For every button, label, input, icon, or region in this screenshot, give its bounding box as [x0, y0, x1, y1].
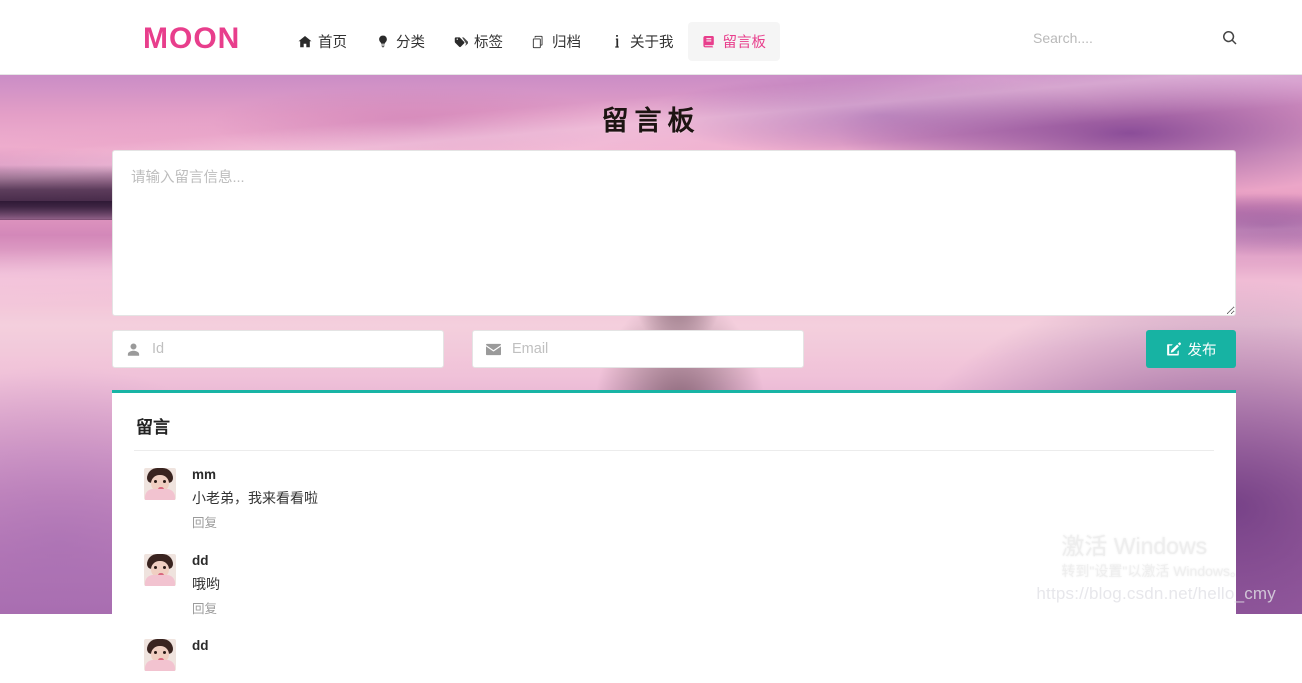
nav-item-tags-label: 标签 [474, 31, 503, 52]
copy-icon [531, 34, 546, 49]
guestbook-content: 发布 留言 mm 小老弟，我来看看啦 回复 dd [112, 150, 1236, 316]
edit-square-icon [1166, 342, 1181, 357]
search-button[interactable] [1222, 30, 1238, 46]
nav-item-categories[interactable]: 分类 [361, 22, 439, 61]
book-icon [702, 34, 717, 49]
search-input[interactable] [1033, 26, 1193, 50]
email-input[interactable] [512, 341, 791, 357]
publish-button[interactable]: 发布 [1146, 330, 1236, 368]
search-icon [1222, 34, 1238, 49]
comments-panel: 留言 mm 小老弟，我来看看啦 回复 dd 哦哟 回复 [112, 390, 1236, 683]
top-navbar: MOON 首页 分类 标签 归档 [0, 0, 1302, 75]
nav-item-tags[interactable]: 标签 [439, 22, 517, 61]
comment-author: dd [192, 636, 209, 656]
nav-item-categories-label: 分类 [396, 31, 425, 52]
publish-button-label: 发布 [1188, 339, 1217, 360]
search-area [1033, 26, 1238, 50]
avatar [144, 639, 176, 671]
comment-item: dd 哦哟 回复 [134, 537, 1214, 623]
nav-item-archive[interactable]: 归档 [517, 22, 595, 61]
email-field[interactable] [472, 330, 804, 368]
tags-icon [453, 34, 468, 49]
nav-item-about[interactable]: 关于我 [595, 22, 688, 61]
nav-item-guestbook-label: 留言板 [723, 31, 767, 52]
home-icon [297, 34, 312, 49]
author-form-row: 发布 [112, 330, 1236, 368]
envelope-icon [485, 341, 502, 358]
comment-text: 小老弟，我来看看啦 [192, 488, 318, 510]
comment-author: mm [192, 465, 318, 485]
user-icon [125, 341, 142, 358]
comments-title: 留言 [134, 409, 1214, 451]
lightbulb-icon [375, 34, 390, 49]
avatar [144, 554, 176, 586]
page-title: 留言板 [0, 99, 1302, 138]
id-input[interactable] [152, 341, 431, 357]
message-textarea[interactable] [112, 150, 1236, 316]
comment-item: mm 小老弟，我来看看啦 回复 [134, 451, 1214, 537]
main-navigation: 首页 分类 标签 归档 关于我 [283, 22, 780, 61]
reply-link[interactable]: 回复 [192, 514, 318, 533]
comment-item: dd [134, 622, 1214, 675]
comment-text: 哦哟 [192, 574, 220, 596]
comment-author: dd [192, 551, 220, 571]
site-logo[interactable]: MOON [143, 24, 240, 54]
nav-item-home-label: 首页 [318, 31, 347, 52]
nav-item-guestbook[interactable]: 留言板 [688, 22, 781, 61]
avatar [144, 468, 176, 500]
nav-item-about-label: 关于我 [630, 31, 674, 52]
nav-item-home[interactable]: 首页 [283, 22, 361, 61]
reply-link[interactable]: 回复 [192, 600, 220, 619]
id-field[interactable] [112, 330, 444, 368]
nav-item-archive-label: 归档 [552, 31, 581, 52]
info-icon [609, 34, 624, 49]
